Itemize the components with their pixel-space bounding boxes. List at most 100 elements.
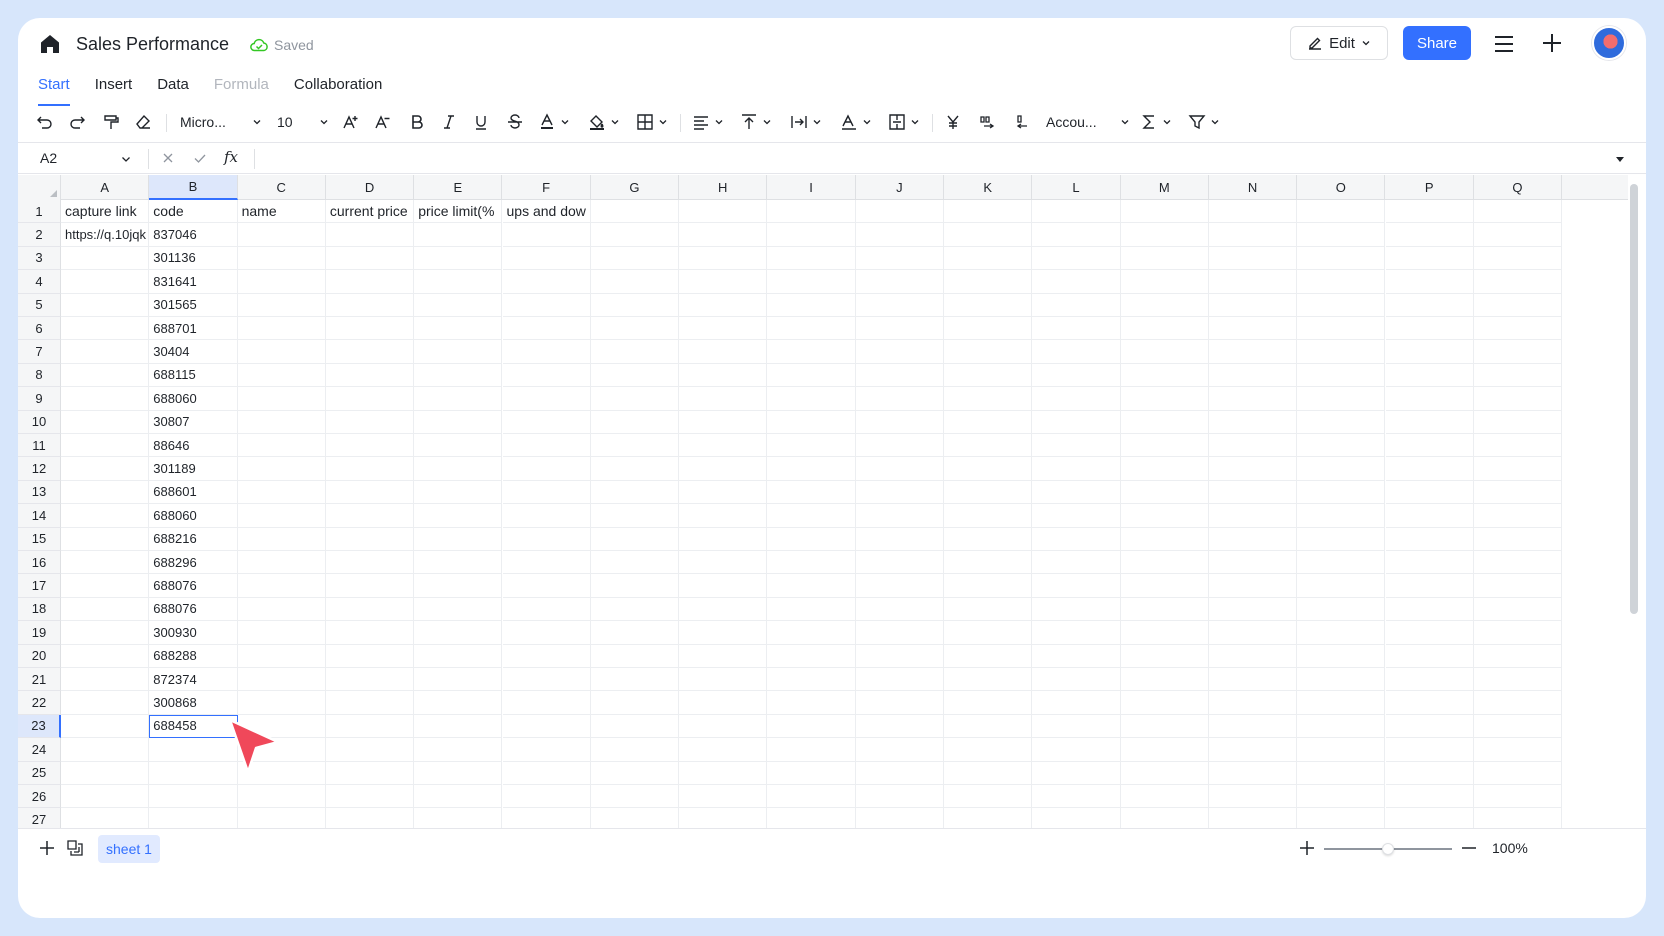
cell-I7[interactable] bbox=[767, 340, 856, 364]
cell-M15[interactable] bbox=[1120, 527, 1209, 551]
cell-I15[interactable] bbox=[767, 527, 856, 551]
cell-N11[interactable] bbox=[1208, 434, 1298, 458]
cell-G5[interactable] bbox=[590, 293, 680, 317]
cell-B4[interactable]: 831641 bbox=[149, 270, 238, 294]
cell-F7[interactable] bbox=[502, 340, 591, 364]
cell-F13[interactable] bbox=[502, 480, 591, 505]
cell-A17[interactable] bbox=[61, 574, 150, 598]
cell-K15[interactable] bbox=[944, 527, 1033, 551]
cell-A6[interactable] bbox=[61, 317, 150, 341]
cell-H10[interactable] bbox=[679, 410, 768, 434]
cell-B18[interactable]: 688076 bbox=[149, 597, 238, 622]
cell-F11[interactable] bbox=[502, 434, 591, 458]
cell-L13[interactable] bbox=[1032, 480, 1121, 505]
cell-A9[interactable] bbox=[61, 387, 150, 411]
cell-D1[interactable]: current price bbox=[325, 200, 415, 224]
column-header[interactable]: P bbox=[1386, 175, 1474, 200]
cell-E2[interactable] bbox=[414, 223, 503, 247]
cell-K17[interactable] bbox=[944, 574, 1033, 598]
cell-N8[interactable] bbox=[1208, 363, 1298, 388]
cell-G15[interactable] bbox=[590, 527, 680, 551]
cell-L4[interactable] bbox=[1032, 270, 1121, 294]
row-header[interactable]: 22 bbox=[18, 691, 61, 715]
cell-D6[interactable] bbox=[325, 317, 415, 341]
cell-O15[interactable] bbox=[1297, 527, 1386, 551]
cell-G13[interactable] bbox=[590, 480, 680, 505]
cell-O4[interactable] bbox=[1297, 270, 1386, 294]
cell-D21[interactable] bbox=[325, 668, 415, 692]
cell-C11[interactable] bbox=[237, 434, 326, 458]
cell-O26[interactable] bbox=[1297, 785, 1386, 809]
cell-J3[interactable] bbox=[855, 246, 944, 271]
cell-Q20[interactable] bbox=[1473, 644, 1563, 668]
cell-F10[interactable] bbox=[502, 410, 591, 434]
cell-P10[interactable] bbox=[1385, 410, 1474, 434]
cell-F23[interactable] bbox=[502, 714, 591, 739]
cell-N1[interactable] bbox=[1208, 200, 1298, 224]
cell-A22[interactable] bbox=[61, 691, 150, 715]
cell-H6[interactable] bbox=[679, 317, 768, 341]
cell-L23[interactable] bbox=[1032, 714, 1121, 739]
cell-F5[interactable] bbox=[502, 293, 591, 317]
cell-O20[interactable] bbox=[1297, 644, 1386, 668]
cell-O23[interactable] bbox=[1297, 714, 1386, 739]
cell-H7[interactable] bbox=[679, 340, 768, 364]
horizontal-align-button[interactable] bbox=[692, 104, 724, 140]
row-header[interactable]: 16 bbox=[18, 551, 61, 575]
cell-E10[interactable] bbox=[414, 410, 503, 434]
cell-M19[interactable] bbox=[1120, 621, 1209, 645]
cell-J26[interactable] bbox=[855, 785, 944, 809]
cell-O19[interactable] bbox=[1297, 621, 1386, 645]
cell-K2[interactable] bbox=[944, 223, 1033, 247]
cell-H4[interactable] bbox=[679, 270, 768, 294]
cell-C12[interactable] bbox=[237, 457, 326, 481]
cell-C22[interactable] bbox=[237, 691, 326, 715]
cell-H20[interactable] bbox=[679, 644, 768, 668]
cell-O6[interactable] bbox=[1297, 317, 1386, 341]
cell-C16[interactable] bbox=[237, 551, 326, 575]
cell-G21[interactable] bbox=[590, 668, 680, 692]
row-header[interactable]: 26 bbox=[18, 785, 61, 809]
cell-P1[interactable] bbox=[1385, 200, 1474, 224]
sheet-list-icon[interactable] bbox=[66, 839, 84, 857]
cell-C20[interactable] bbox=[237, 644, 326, 668]
undo-button[interactable] bbox=[36, 104, 54, 140]
cell-A8[interactable] bbox=[61, 363, 150, 388]
cell-M21[interactable] bbox=[1120, 668, 1209, 692]
cell-G12[interactable] bbox=[590, 457, 680, 481]
cell-I18[interactable] bbox=[767, 597, 856, 622]
cell-P13[interactable] bbox=[1385, 480, 1474, 505]
cell-G11[interactable] bbox=[590, 434, 680, 458]
cell-D20[interactable] bbox=[325, 644, 415, 668]
cell-P24[interactable] bbox=[1385, 738, 1474, 762]
cell-P6[interactable] bbox=[1385, 317, 1474, 341]
cell-F1[interactable]: ups and dow bbox=[502, 200, 591, 224]
cell-B14[interactable]: 688060 bbox=[149, 504, 238, 528]
row-header[interactable]: 11 bbox=[18, 434, 61, 458]
cell-J18[interactable] bbox=[855, 597, 944, 622]
row-header[interactable]: 15 bbox=[18, 527, 61, 551]
cell-A19[interactable] bbox=[61, 621, 150, 645]
cell-E17[interactable] bbox=[414, 574, 503, 598]
cell-K1[interactable] bbox=[944, 200, 1033, 224]
cell-Q12[interactable] bbox=[1473, 457, 1563, 481]
tab-start[interactable]: Start bbox=[38, 70, 70, 106]
cell-I23[interactable] bbox=[767, 714, 856, 739]
cell-D17[interactable] bbox=[325, 574, 415, 598]
cell-I2[interactable] bbox=[767, 223, 856, 247]
cell-L3[interactable] bbox=[1032, 246, 1121, 271]
cell-P18[interactable] bbox=[1385, 597, 1474, 622]
cell-H5[interactable] bbox=[679, 293, 768, 317]
cell-E7[interactable] bbox=[414, 340, 503, 364]
cell-H15[interactable] bbox=[679, 527, 768, 551]
strikethrough-button[interactable] bbox=[506, 104, 524, 140]
cell-B3[interactable]: 301136 bbox=[149, 246, 238, 271]
row-header[interactable]: 24 bbox=[18, 738, 61, 762]
cell-P16[interactable] bbox=[1385, 551, 1474, 575]
cell-M14[interactable] bbox=[1120, 504, 1209, 528]
column-header[interactable]: A bbox=[61, 175, 150, 200]
cell-P23[interactable] bbox=[1385, 714, 1474, 739]
cell-M24[interactable] bbox=[1120, 738, 1209, 762]
row-header[interactable]: 9 bbox=[18, 387, 61, 411]
cell-O25[interactable] bbox=[1297, 761, 1386, 785]
